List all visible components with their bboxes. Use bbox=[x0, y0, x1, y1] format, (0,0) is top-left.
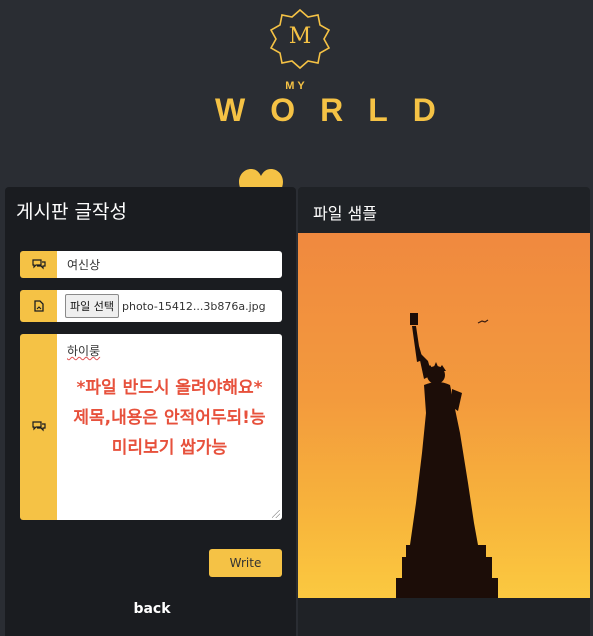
preview-title: 파일 샘플 bbox=[313, 204, 377, 223]
selected-file-name: photo-15412...3b876a.jpg bbox=[121, 299, 266, 313]
content-warning-line-1: *파일 반드시 올려야해요* bbox=[76, 378, 263, 398]
site-logo[interactable]: M MY WORLD bbox=[0, 0, 593, 140]
page-title: 게시판 글작성 bbox=[16, 201, 127, 223]
file-input[interactable]: 파일 선택 photo-15412...3b876a.jpg bbox=[57, 290, 282, 322]
file-field: 파일 선택 photo-15412...3b876a.jpg bbox=[20, 290, 282, 322]
content-textarea[interactable]: 하이룽 *파일 반드시 올려야해요* 제목,내용은 안적어두되!능 미리보기 쌉… bbox=[57, 334, 282, 520]
content-first-line: 하이룽 bbox=[67, 344, 101, 358]
title-field: 여신상 bbox=[20, 251, 282, 278]
file-image-icon bbox=[20, 290, 57, 322]
title-input[interactable]: 여신상 bbox=[57, 251, 282, 278]
preview-image bbox=[298, 233, 590, 598]
content-warning-line-2: 제목,내용은 안적어두되!능 bbox=[73, 408, 266, 428]
choose-file-button[interactable]: 파일 선택 bbox=[65, 294, 119, 318]
chat-bubbles-icon bbox=[20, 251, 57, 278]
write-button[interactable]: Write bbox=[209, 549, 282, 577]
logo-title: WORLD bbox=[215, 92, 461, 128]
back-link[interactable]: back bbox=[120, 601, 184, 617]
content-field: 하이룽 *파일 반드시 올려야해요* 제목,내용은 안적어두되!능 미리보기 쌉… bbox=[20, 334, 282, 520]
logo-badge-letter: M bbox=[288, 24, 312, 49]
logo-small-text: MY bbox=[285, 80, 308, 92]
textarea-resize-handle[interactable] bbox=[272, 510, 280, 518]
chat-bubbles-icon bbox=[20, 334, 57, 520]
content-warning-line-3: 미리보기 쌉가능 bbox=[111, 438, 228, 458]
